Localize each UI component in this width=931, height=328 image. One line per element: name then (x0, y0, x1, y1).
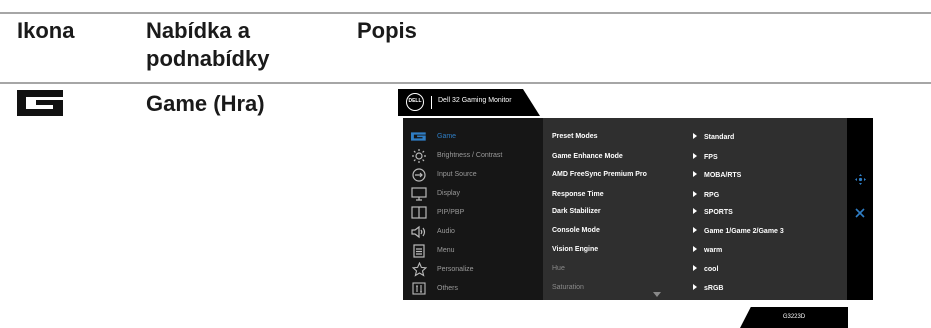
brightness-icon (411, 148, 427, 163)
menu-item-menu[interactable]: Menu (411, 241, 455, 260)
triangle-right-icon (693, 191, 697, 197)
option-item[interactable]: MOBA/RTS (693, 171, 741, 179)
menu-item-brightness-contrast[interactable]: Brightness / Contrast (411, 146, 502, 165)
option-item[interactable]: Game 1/Game 2/Game 3 (693, 227, 784, 235)
triangle-right-icon (693, 208, 697, 214)
option-item[interactable]: sRGB (693, 284, 723, 292)
osd-main-menu: Game Brightness / Contrast Input Source … (403, 118, 543, 300)
option-item[interactable]: cool (693, 265, 718, 273)
menu-item-label: Others (437, 285, 459, 292)
option-item[interactable]: SPORTS (693, 208, 733, 216)
menu-item-game[interactable]: Game (411, 127, 456, 146)
option-item[interactable]: warm (693, 246, 722, 254)
option-label: sRGB (704, 285, 724, 292)
submenu-item[interactable]: Hue (552, 265, 565, 272)
option-label: FPS (704, 154, 718, 161)
triangle-right-icon (693, 265, 697, 271)
menu-item-label: Input Source (437, 171, 477, 178)
game-icon (17, 90, 63, 116)
pip-pbp-icon (411, 205, 427, 220)
osd-header: DELL Dell 32 Gaming Monitor (398, 89, 540, 116)
menu-item-personalize[interactable]: Personalize (411, 260, 474, 279)
table-top-rule (0, 12, 931, 14)
scroll-down-icon[interactable] (653, 292, 661, 297)
header-bottom-rule (0, 82, 931, 84)
submenu-item[interactable]: Preset Modes (552, 133, 598, 140)
menu-item-display[interactable]: Display (411, 184, 460, 203)
header-divider (431, 96, 432, 109)
option-item[interactable]: FPS (693, 153, 718, 161)
dell-logo-icon: DELL (406, 93, 424, 111)
menu-item-label: Brightness / Contrast (437, 152, 503, 159)
option-label: RPG (704, 192, 720, 199)
option-label: warm (704, 247, 723, 254)
menu-item-input-source[interactable]: Input Source (411, 165, 477, 184)
submenu-item[interactable]: Dark Stabilizer (552, 208, 601, 215)
menu-item-label: Game (437, 133, 457, 140)
game-row-icon (17, 90, 67, 121)
menu-icon (411, 243, 427, 258)
submenu-item[interactable]: Saturation (552, 284, 584, 291)
menu-item-pip-pbp[interactable]: PIP/PBP (411, 203, 464, 222)
option-label: Game 1/Game 2/Game 3 (704, 228, 784, 235)
osd-nav-column (847, 118, 873, 300)
header-menu-column: Nabídka a podnabídky (146, 18, 270, 71)
header-description-column: Popis (357, 18, 417, 43)
option-item[interactable]: Standard (693, 133, 734, 141)
audio-icon (411, 224, 427, 239)
triangle-right-icon (693, 133, 697, 139)
model-tag: G3223D (740, 307, 848, 328)
others-icon (411, 281, 427, 296)
option-label: SPORTS (704, 209, 733, 216)
menu-item-label: Display (437, 190, 460, 197)
osd-title: Dell 32 Gaming Monitor (438, 97, 512, 104)
submenu-item[interactable]: Game Enhance Mode (552, 153, 623, 160)
personalize-star-icon (411, 262, 427, 277)
menu-name: Game (Hra) (146, 91, 265, 116)
option-label: cool (704, 266, 719, 273)
menu-item-label: PIP/PBP (437, 209, 465, 216)
option-label: Standard (704, 134, 735, 141)
triangle-right-icon (693, 171, 697, 177)
submenu-item[interactable]: Console Mode (552, 227, 600, 234)
game-icon (411, 129, 427, 144)
option-item[interactable]: RPG (693, 191, 719, 199)
option-label: MOBA/RTS (704, 172, 742, 179)
display-icon (411, 186, 427, 201)
osd-panel: Game Brightness / Contrast Input Source … (403, 118, 873, 300)
menu-item-label: Personalize (437, 266, 474, 273)
menu-item-others[interactable]: Others (411, 279, 458, 298)
menu-item-audio[interactable]: Audio (411, 222, 455, 241)
submenu-item[interactable]: AMD FreeSync Premium Pro (552, 171, 647, 178)
header-icon-column: Ikona (17, 18, 75, 43)
triangle-right-icon (693, 246, 697, 252)
menu-item-label: Menu (437, 247, 455, 254)
triangle-right-icon (693, 153, 697, 159)
submenu-item[interactable]: Response Time (552, 191, 604, 198)
joystick-navigate-icon[interactable] (855, 174, 866, 185)
triangle-right-icon (693, 227, 697, 233)
triangle-right-icon (693, 284, 697, 290)
input-source-icon (411, 167, 427, 182)
submenu-item[interactable]: Vision Engine (552, 246, 598, 253)
osd-submenu: Preset Modes Game Enhance Mode AMD FreeS… (543, 118, 847, 300)
close-icon[interactable] (855, 208, 865, 218)
menu-item-label: Audio (437, 228, 455, 235)
